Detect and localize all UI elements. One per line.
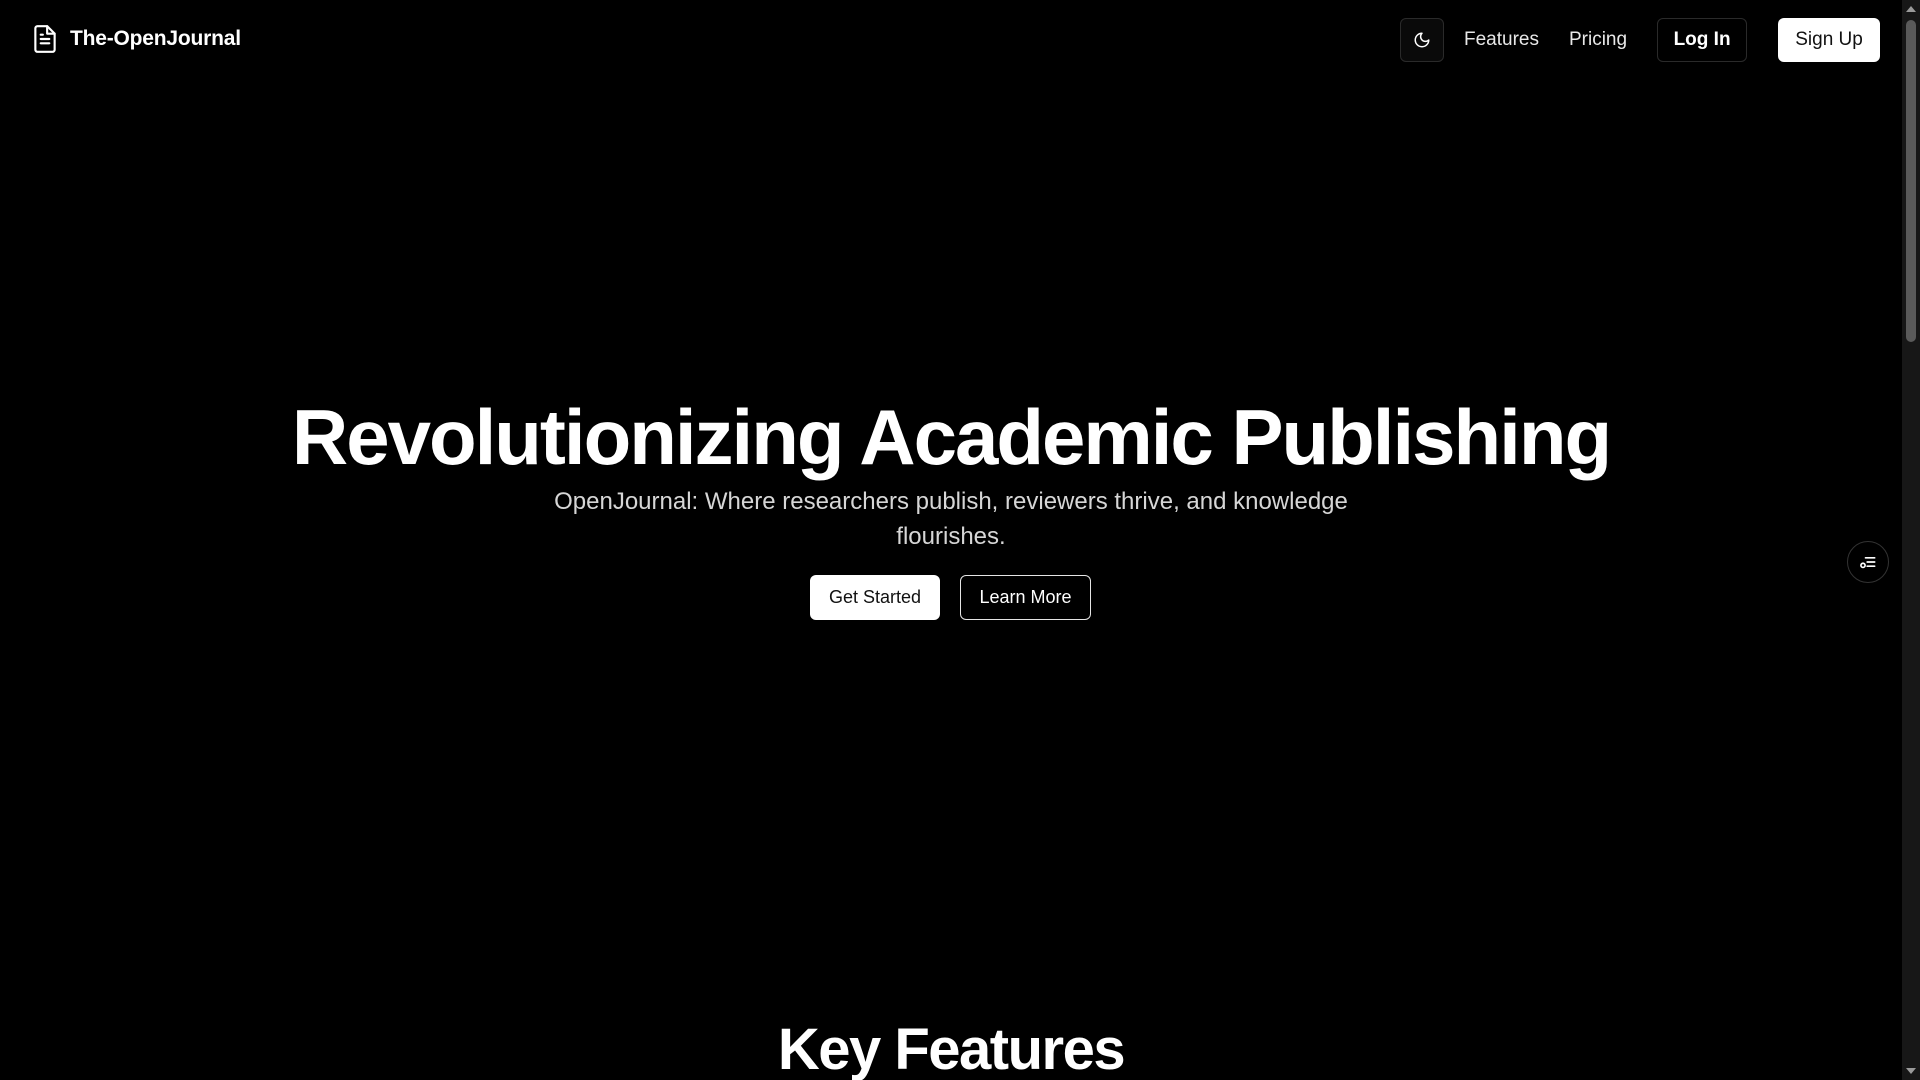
brand-name: The-OpenJournal (70, 27, 241, 50)
document-icon (34, 25, 56, 53)
hero-actions: Get Started Learn More (810, 575, 1091, 620)
learn-more-button[interactable]: Learn More (960, 575, 1091, 620)
settings-list-icon (1860, 557, 1876, 569)
scroll-down-arrow-icon[interactable] (1906, 1068, 1916, 1074)
top-nav: Features Pricing Log In Sign Up (1400, 18, 1881, 62)
login-button[interactable]: Log In (1657, 18, 1748, 62)
scroll-up-arrow-icon[interactable] (1906, 6, 1916, 12)
site-header: The-OpenJournal Features Pricing Log In … (0, 0, 1902, 80)
hero-subtitle: OpenJournal: Where researchers publish, … (554, 488, 1348, 550)
landing-page: The-OpenJournal Features Pricing Log In … (0, 0, 1920, 1080)
get-started-button[interactable]: Get Started (810, 575, 940, 620)
theme-toggle-button[interactable] (1400, 18, 1444, 62)
signup-button[interactable]: Sign Up (1778, 18, 1881, 62)
scrollbar-thumb[interactable] (1906, 20, 1916, 342)
hero-title: Revolutionizing Academic Publishing (291, 393, 1612, 481)
brand-logo[interactable]: The-OpenJournal (32, 24, 241, 54)
floating-settings-button[interactable] (1847, 541, 1889, 583)
key-features-heading: Key Features (777, 1017, 1126, 1080)
vertical-scrollbar[interactable] (1902, 0, 1920, 1080)
nav-link-features[interactable]: Features (1464, 29, 1539, 51)
moon-icon (1414, 32, 1430, 48)
nav-link-pricing[interactable]: Pricing (1569, 29, 1627, 51)
